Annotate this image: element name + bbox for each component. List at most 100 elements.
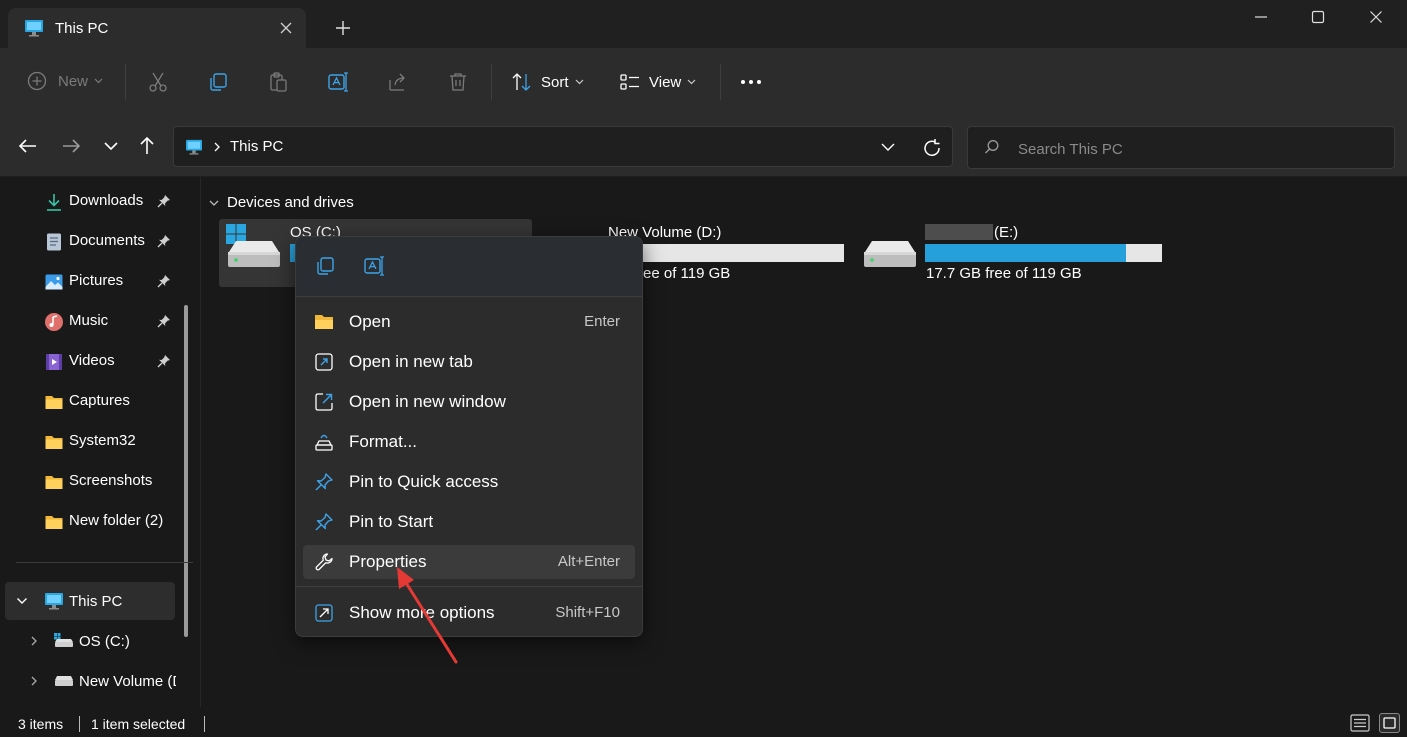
search-icon xyxy=(984,139,1000,155)
chevron-down-icon[interactable] xyxy=(16,595,28,607)
refresh-icon[interactable] xyxy=(920,137,944,161)
menu-item-shortcut: Alt+Enter xyxy=(557,553,620,570)
new-label: New xyxy=(58,72,89,90)
sort-icon xyxy=(511,71,533,93)
chevron-right-icon[interactable] xyxy=(29,675,39,687)
breadcrumb-this-pc[interactable]: This PC xyxy=(230,138,283,155)
sidebar-scrollbar[interactable] xyxy=(184,305,188,637)
close-window-icon[interactable] xyxy=(1348,0,1404,34)
menu-item-pin-to-quick-access[interactable]: Pin to Quick access xyxy=(303,465,635,499)
menu-item-label: Properties xyxy=(349,552,427,571)
sort-button[interactable]: Sort xyxy=(511,71,584,93)
more-options-icon xyxy=(314,603,334,623)
document-icon xyxy=(44,232,64,252)
sidebar-item-label: Pictures xyxy=(69,272,124,289)
sidebar-item-label: Documents xyxy=(69,232,145,249)
view-button[interactable]: View xyxy=(619,71,696,93)
new-button[interactable]: New xyxy=(27,71,103,91)
new-tab-icon xyxy=(314,352,334,372)
menu-item-open-in-new-window[interactable]: Open in new window xyxy=(303,385,635,419)
drive-icon xyxy=(862,238,918,270)
sidebar-item-downloads[interactable]: Downloads xyxy=(0,182,175,220)
rename-icon[interactable] xyxy=(327,71,349,93)
close-tab-icon[interactable] xyxy=(276,18,296,38)
sidebar-item-label: System32 xyxy=(69,432,136,449)
sidebar-item-label: This PC xyxy=(69,593,123,610)
music-icon xyxy=(44,312,64,332)
sidebar-item-documents[interactable]: Documents xyxy=(0,222,175,260)
sidebar-item-this-pc[interactable]: This PC xyxy=(5,582,175,620)
sidebar-item-drive-d[interactable]: New Volume (D:) xyxy=(0,662,176,700)
menu-item-shortcut: Enter xyxy=(584,313,620,330)
sidebar-item-label: Screenshots xyxy=(69,472,153,489)
rename-icon[interactable] xyxy=(363,255,385,277)
minimize-icon[interactable] xyxy=(1233,0,1289,34)
up-icon[interactable] xyxy=(135,134,159,158)
sidebar-item-captures[interactable]: Captures xyxy=(0,382,175,420)
forward-icon[interactable] xyxy=(59,134,83,158)
tiles-view-icon[interactable] xyxy=(1379,713,1400,733)
sidebar-item-system32[interactable]: System32 xyxy=(0,422,175,460)
pin-icon[interactable] xyxy=(157,194,171,208)
menu-item-properties[interactable]: Properties Alt+Enter xyxy=(303,545,635,579)
folder-icon xyxy=(44,472,64,492)
delete-icon[interactable] xyxy=(447,71,469,93)
drive-name: (E:) xyxy=(994,224,1019,241)
details-view-icon[interactable] xyxy=(1350,714,1370,732)
search-box[interactable] xyxy=(967,126,1395,169)
drive-free-space: 17.7 GB free of 119 GB xyxy=(926,265,1082,282)
menu-item-open[interactable]: Open Enter xyxy=(303,305,635,339)
sidebar-item-label: OS (C:) xyxy=(79,633,130,650)
pin-icon[interactable] xyxy=(157,274,171,288)
search-input[interactable] xyxy=(1016,137,1380,161)
sidebar-item-new-folder-2[interactable]: New folder (2) xyxy=(0,502,175,540)
sidebar-item-screenshots[interactable]: Screenshots xyxy=(0,462,175,500)
sidebar-item-label: Captures xyxy=(69,392,130,409)
copy-icon[interactable] xyxy=(314,255,336,277)
computer-icon xyxy=(44,592,64,610)
sidebar-item-drive-c[interactable]: OS (C:) xyxy=(0,622,175,660)
share-icon[interactable] xyxy=(387,71,409,93)
sort-label: Sort xyxy=(541,73,569,91)
maximize-icon[interactable] xyxy=(1290,0,1346,34)
cut-icon[interactable] xyxy=(147,71,169,93)
more-icon[interactable] xyxy=(740,72,762,92)
recent-locations-icon[interactable] xyxy=(99,134,123,158)
folder-icon xyxy=(44,432,64,452)
menu-item-label: Show more options xyxy=(349,603,495,622)
menu-item-label: Open in new window xyxy=(349,392,506,411)
add-icon xyxy=(27,71,47,91)
copy-icon[interactable] xyxy=(207,71,229,93)
sidebar-item-music[interactable]: Music xyxy=(0,302,175,340)
selection-count: 1 item selected xyxy=(91,716,186,732)
sidebar-item-pictures[interactable]: Pictures xyxy=(0,262,175,300)
sidebar-divider xyxy=(16,562,193,563)
menu-item-label: Pin to Start xyxy=(349,512,434,531)
chevron-down-icon xyxy=(94,78,103,84)
pin-icon xyxy=(314,472,334,492)
pin-icon[interactable] xyxy=(157,314,171,328)
view-icon xyxy=(619,71,641,93)
drive-icon xyxy=(226,238,282,270)
navigation-bar: This PC xyxy=(0,116,1407,177)
folder-open-icon xyxy=(314,312,334,332)
menu-item-format[interactable]: Format... xyxy=(303,425,635,459)
tab-this-pc[interactable]: This PC xyxy=(8,8,306,48)
pin-icon[interactable] xyxy=(157,354,171,368)
menu-item-show-more-options[interactable]: Show more options Shift+F10 xyxy=(303,596,635,630)
sidebar-item-videos[interactable]: Videos xyxy=(0,342,175,380)
chevron-right-icon[interactable] xyxy=(29,635,39,647)
context-menu: Open Enter Open in new tab Open in new w… xyxy=(295,236,643,637)
new-tab-icon[interactable] xyxy=(331,16,355,40)
address-bar[interactable]: This PC xyxy=(173,126,953,167)
pin-icon[interactable] xyxy=(157,234,171,248)
menu-item-open-in-new-tab[interactable]: Open in new tab xyxy=(303,345,635,379)
paste-icon[interactable] xyxy=(267,71,289,93)
view-label: View xyxy=(649,73,682,91)
menu-item-pin-to-start[interactable]: Pin to Start xyxy=(303,505,635,539)
back-icon[interactable] xyxy=(16,134,40,158)
section-devices-and-drives[interactable]: Devices and drives xyxy=(209,194,354,211)
chevron-down-icon[interactable] xyxy=(879,138,897,156)
menu-item-label: Open in new tab xyxy=(349,352,473,371)
drive-icon xyxy=(53,633,75,649)
